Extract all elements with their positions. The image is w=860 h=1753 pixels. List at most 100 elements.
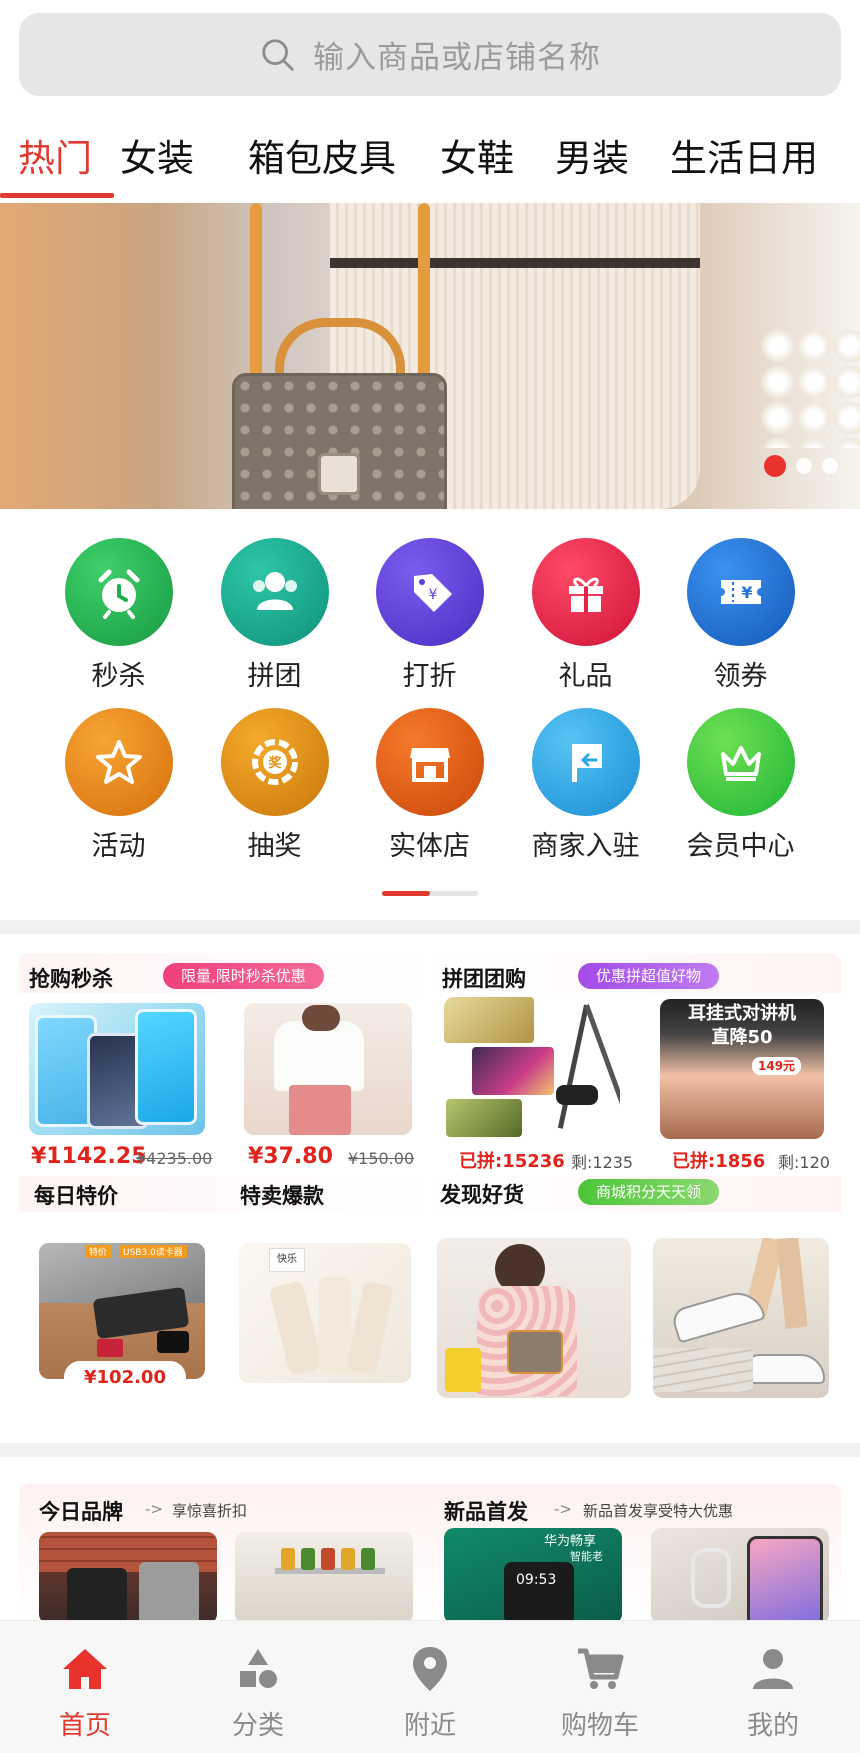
home-icon [63,1649,107,1689]
feature-lottery[interactable]: 奖 抽奖 [197,708,352,863]
user-profile-icon [753,1649,793,1689]
feature-label: 会员中心 [686,831,795,862]
tab-hot[interactable]: 热门 [18,128,92,182]
new-image-phone[interactable]: 华为畅享 智能老 09:53 [444,1528,622,1624]
feature-circle [375,708,484,816]
feature-physical-store[interactable]: 实体店 [352,708,507,863]
product-image-kitchen-knives[interactable]: 快乐 [239,1243,411,1383]
bottom-navigation: 首页 分类 附近 购物车 我的 [0,1620,860,1753]
discover-title[interactable]: 发现好货 [440,1179,524,1209]
feature-label: 礼品 [558,661,613,692]
flash-sale-price: ¥37.80 [248,1144,333,1169]
banner-dot-active[interactable] [764,455,786,477]
new-image-smartphone[interactable] [651,1528,829,1624]
tab-women[interactable]: 女装 [120,128,194,182]
banner-strap-right [418,203,430,393]
brand-image-spice-rack[interactable] [235,1532,413,1624]
phone-clock-text: 09:53 [516,1572,557,1588]
discover-badge: 商城积分天天领 [578,1179,720,1205]
tab-women-shoes[interactable]: 女鞋 [440,128,514,182]
feature-label: 实体店 [389,831,470,862]
banner-dot[interactable] [796,458,812,474]
nav-home[interactable]: 首页 [25,1643,145,1742]
group-buy-remaining: 剩:1235 [571,1153,634,1172]
flash-sale-original-price: ¥150.00 [348,1149,415,1168]
nav-cart[interactable]: 购物车 [540,1643,660,1742]
search-bar[interactable]: 输入商品或店铺名称 [19,13,841,96]
product-image-tripod[interactable] [444,997,620,1139]
promo-banner[interactable] [0,203,860,509]
feature-flash-sale[interactable]: 秒杀 [41,538,196,693]
feature-circle: ¥ [375,538,484,646]
product-image-earpiece[interactable]: 耳挂式对讲机 直降50 149元 [660,999,824,1139]
brand-today-arrow: -> [145,1500,163,1518]
flag-icon [571,744,602,782]
knife-brand-tag: 快乐 [269,1248,305,1272]
new-launch-subtitle: 新品首发享受特大优惠 [583,1502,734,1520]
feature-label: 秒杀 [91,661,146,692]
brand-panel: 今日品牌 -> 享惊喜折扣 新品首发 -> 新品首发享受特大优惠 华为畅享 智能… [19,1484,841,1624]
group-buy-badge: 优惠拼超值好物 [578,963,720,989]
search-placeholder: 输入商品或店铺名称 [313,40,601,76]
feature-grid-pager [382,891,478,896]
search-icon [262,38,294,71]
feature-activities[interactable]: 活动 [41,708,196,863]
feature-discount[interactable]: ¥ 打折 [352,538,507,693]
daily-deal-title[interactable]: 每日特价 [34,1180,118,1210]
gift-icon [568,577,603,612]
phone-sub-text: 智能老 [570,1550,603,1563]
brand-today-subtitle: 享惊喜折扣 [172,1502,248,1520]
banner-flowers-image [760,328,860,448]
product-image-sneakers[interactable] [653,1238,829,1398]
product-image-card-reader[interactable]: 特价 USB3.0读卡器 [39,1243,205,1379]
nav-category[interactable]: 分类 [198,1643,318,1742]
banner-pagination [764,455,838,477]
product-image-handbag-model[interactable] [437,1238,631,1398]
location-pin-icon [413,1647,447,1691]
nav-label: 附近 [403,1711,456,1741]
group-users-icon [252,572,297,610]
flash-sale-original-price: ¥4235.00 [136,1149,213,1168]
product-image-phone[interactable] [29,1003,205,1135]
lottery-wheel-icon: 奖 [251,739,298,785]
feature-label: 打折 [402,661,457,692]
tab-daily-life[interactable]: 生活日用 [670,128,818,182]
feature-circle [686,708,795,816]
nav-label: 首页 [58,1711,111,1741]
svg-text:¥: ¥ [428,587,437,603]
tab-men[interactable]: 男装 [555,128,629,182]
feature-merchant-join[interactable]: 商家入驻 [508,708,663,863]
nav-profile[interactable]: 我的 [713,1643,833,1742]
feature-gifts[interactable]: 礼品 [508,538,663,693]
category-shapes-icon [240,1649,277,1688]
flash-sale-price: ¥1142.25 [31,1144,147,1169]
group-buy-remaining: 剩:120 [778,1153,830,1172]
daily-deal-price: ¥102.00 [64,1361,186,1395]
feature-coupons[interactable]: ¥ 领券 [663,538,818,693]
section-divider [0,920,860,934]
flash-sale-title[interactable]: 抢购秒杀 [29,963,113,993]
flash-sale-badge: 限量,限时秒杀优惠 [163,963,324,989]
coupon-icon: ¥ [720,580,761,604]
feature-group-buy[interactable]: 拼团 [197,538,352,693]
tab-bags[interactable]: 箱包皮具 [248,128,396,182]
product-image-tshirt[interactable] [244,1003,412,1135]
active-tab-indicator [0,193,114,198]
card-reader-model-tag: USB3.0读卡器 [119,1245,187,1258]
feature-circle: ¥ [686,538,795,646]
feature-member-center[interactable]: 会员中心 [663,708,818,863]
group-buy-title[interactable]: 拼团团购 [442,963,526,993]
promo-panel: 抢购秒杀 限量,限时秒杀优惠 拼团团购 优惠拼超值好物 ¥1142.25 ¥42… [19,953,841,1415]
nav-nearby[interactable]: 附近 [370,1643,490,1742]
star-icon [95,740,142,784]
feature-circle: 奖 [220,708,329,816]
feature-circle [64,708,173,816]
nav-label: 分类 [231,1711,284,1741]
hot-sale-title[interactable]: 特卖爆款 [240,1180,324,1210]
brand-image-luggage[interactable] [39,1532,217,1624]
brand-today-title[interactable]: 今日品牌 [39,1496,123,1526]
feature-label: 商家入驻 [531,831,640,862]
group-buy-joined: 已拼:1856 [672,1151,766,1172]
new-launch-title[interactable]: 新品首发 [444,1496,528,1526]
banner-dot[interactable] [822,458,838,474]
